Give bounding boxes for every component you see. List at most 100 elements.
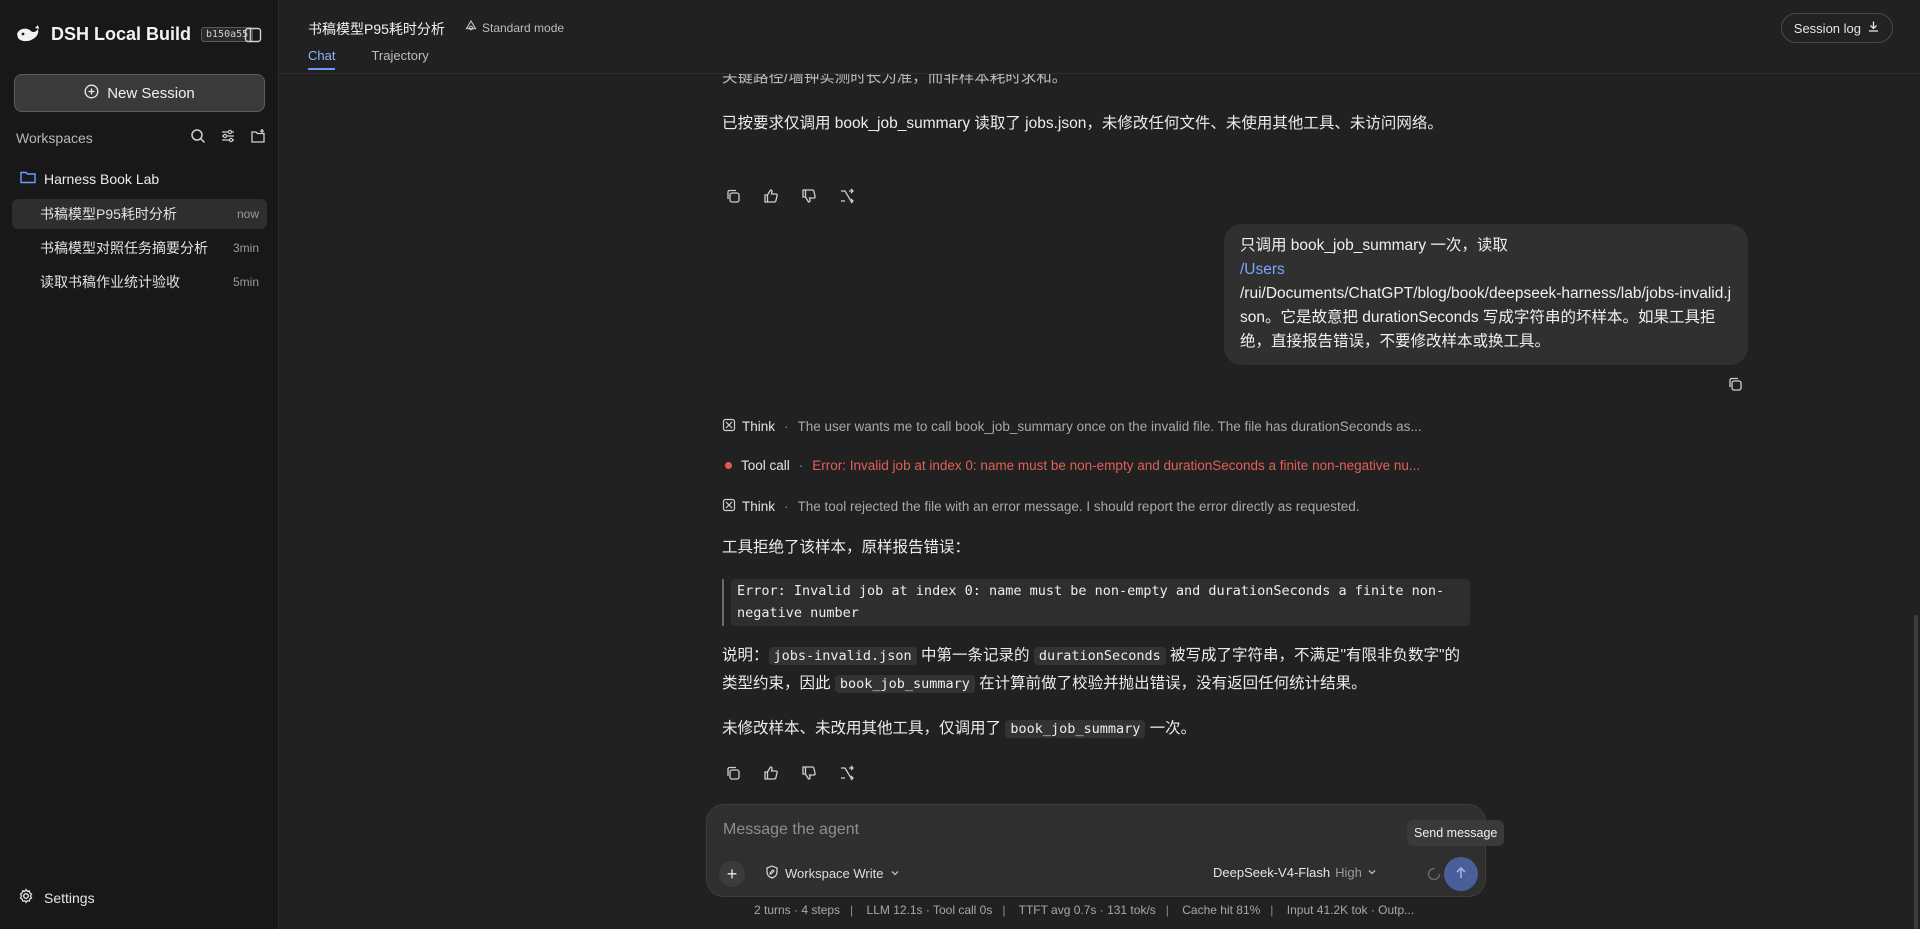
file-path-link[interactable]: /Users	[1240, 258, 1732, 282]
mode-icon	[465, 19, 477, 35]
send-tooltip: Send message	[1407, 820, 1505, 846]
workspace-mode-label: Workspace Write	[785, 866, 884, 881]
error-dot-icon	[725, 462, 732, 469]
user-message-line: 只调用 book_job_summary 一次，读取	[1240, 237, 1508, 254]
step-kind: Think	[742, 419, 776, 434]
session-log-label: Session log	[1793, 20, 1861, 36]
new-session-label: New Session	[107, 84, 195, 102]
branch-icon[interactable]	[836, 762, 858, 784]
session-time: now	[236, 207, 259, 221]
message-actions	[722, 185, 1470, 207]
reasoning-level: High	[1335, 865, 1362, 880]
tab-trajectory[interactable]: Trajectory	[371, 48, 428, 70]
tool-call-step[interactable]: Tool call · Error: Invalid job at index 0…	[722, 458, 1470, 473]
session-title: 书稿模型P95耗时分析	[40, 206, 177, 222]
turns-stat: 2 turns · 4 steps	[754, 903, 841, 917]
shield-edit-icon	[765, 865, 779, 882]
filter-settings-icon[interactable]	[220, 128, 236, 147]
thumbs-up-icon[interactable]	[760, 762, 782, 784]
session-item[interactable]: 书稿模型P95耗时分析 now	[12, 199, 267, 229]
user-message-bubble: 只调用 book_job_summary 一次，读取 /Users /rui/D…	[1224, 224, 1748, 365]
mode-label: Standard mode	[482, 20, 565, 35]
final-paragraph: 未修改样本、未改用其他工具，仅调用了 book_job_summary 一次。	[722, 720, 1197, 738]
thumbs-down-icon[interactable]	[798, 762, 820, 784]
step-kind: Tool call	[741, 458, 790, 473]
session-time: 3min	[232, 241, 259, 255]
thumbs-up-icon[interactable]	[760, 185, 782, 207]
model-select[interactable]: DeepSeek-V4-Flash High	[1213, 865, 1377, 880]
workspace-mode-select[interactable]: Workspace Write	[765, 865, 900, 882]
user-message-body: /rui/Documents/ChatGPT/blog/book/deepsee…	[1240, 285, 1732, 350]
workspace-folder[interactable]: Harness Book Lab	[20, 170, 159, 187]
error-quote: Error: Invalid job at index 0: name must…	[722, 579, 1470, 626]
download-icon	[1867, 20, 1880, 36]
chevron-down-icon	[890, 866, 900, 881]
think-icon	[722, 418, 736, 435]
chevron-down-icon	[1367, 865, 1377, 880]
thumbs-down-icon[interactable]	[798, 185, 820, 207]
brand-name: DSH Local Build	[51, 24, 192, 44]
whale-logo-icon	[15, 24, 41, 45]
inline-code: jobs-invalid.json	[768, 647, 917, 665]
workspace-name: Harness Book Lab	[44, 170, 160, 187]
session-item[interactable]: 书稿模型对照任务摘要分析 3min	[12, 233, 267, 263]
session-time: 5min	[232, 275, 259, 289]
llm-stat: LLM 12.1s · Tool call 0s	[866, 903, 993, 917]
gear-icon	[18, 888, 34, 907]
error-code-block: Error: Invalid job at index 0: name must…	[731, 579, 1470, 626]
message-input[interactable]: Message the agent	[723, 821, 859, 839]
mode-indicator[interactable]: Standard mode	[465, 19, 565, 35]
session-item[interactable]: 读取书稿作业统计验收 5min	[12, 267, 267, 297]
session-title: 读取书稿作业统计验收	[40, 274, 180, 290]
cache-stat: Cache hit 81%	[1182, 903, 1261, 917]
message-actions	[722, 762, 1470, 784]
copy-icon[interactable]	[1727, 376, 1743, 395]
session-log-button[interactable]: Session log	[1780, 13, 1893, 43]
branch-icon[interactable]	[836, 185, 858, 207]
page-title: 书稿模型P95耗时分析	[308, 21, 445, 37]
think-step[interactable]: Think · The tool rejected the file with a…	[722, 498, 1470, 515]
scrollbar[interactable]	[1914, 615, 1918, 929]
sidebar-toggle-icon[interactable]	[244, 26, 262, 47]
chat-transcript: 关键路径/墙钟实测时长为准，而非样本耗时求和。 已按要求仅调用 book_job…	[279, 69, 1920, 929]
plus-circle-icon	[84, 84, 99, 103]
session-title: 书稿模型对照任务摘要分析	[40, 240, 208, 256]
workspaces-label: Workspaces	[16, 129, 93, 146]
copy-icon[interactable]	[722, 185, 744, 207]
step-text: Error: Invalid job at index 0: name must…	[812, 458, 1421, 473]
model-name: DeepSeek-V4-Flash	[1213, 865, 1331, 880]
folder-icon	[20, 170, 36, 187]
attach-plus-button[interactable]: +	[719, 861, 745, 887]
new-session-button[interactable]: New Session	[14, 74, 265, 112]
top-bar: 书稿模型P95耗时分析 Standard mode Chat Trajector…	[279, 0, 1920, 74]
sidebar: DSH Local Build b150a55 New Session Work…	[0, 0, 279, 929]
settings-button[interactable]: Settings	[18, 888, 95, 907]
loading-spinner-icon	[1427, 867, 1441, 884]
workspaces-header: Workspaces	[16, 128, 266, 147]
step-text: The user wants me to call book_job_summa…	[797, 419, 1422, 434]
message-composer: Message the agent + Workspace Write Deep…	[706, 804, 1486, 897]
message-text: 已按要求仅调用 book_job_summary 读取了 jobs.json，未…	[722, 115, 1443, 132]
message-text: 工具拒绝了该样本，原样报告错误：	[722, 539, 971, 556]
copy-icon[interactable]	[722, 762, 744, 784]
brand: DSH Local Build b150a55	[15, 24, 254, 45]
tab-chat[interactable]: Chat	[308, 48, 336, 70]
step-text: The tool rejected the file with an error…	[797, 499, 1360, 514]
inline-code: book_job_summary	[834, 675, 975, 693]
search-icon[interactable]	[190, 128, 206, 147]
inline-code: book_job_summary	[1005, 720, 1146, 738]
stats-footer: 2 turns · 4 steps | LLM 12.1s · Tool call…	[754, 903, 1415, 917]
think-step[interactable]: Think · The user wants me to call book_jo…	[722, 418, 1470, 435]
new-folder-icon[interactable]	[250, 128, 266, 147]
ttft-stat: TTFT avg 0.7s · 131 tok/s	[1018, 903, 1156, 917]
token-stat: Input 41.2K tok · Outp...	[1286, 903, 1415, 917]
step-kind: Think	[742, 499, 776, 514]
inline-code: durationSeconds	[1033, 647, 1166, 665]
main-panel: 书稿模型P95耗时分析 Standard mode Chat Trajector…	[279, 0, 1920, 929]
send-button[interactable]	[1444, 857, 1478, 891]
tab-bar: Chat Trajectory	[308, 48, 429, 70]
think-icon	[722, 498, 736, 515]
explanation-paragraph: 说明： jobs-invalid.json 中第一条记录的 durationSec…	[722, 647, 1461, 693]
arrow-up-icon	[1454, 866, 1468, 883]
settings-label: Settings	[44, 889, 95, 906]
